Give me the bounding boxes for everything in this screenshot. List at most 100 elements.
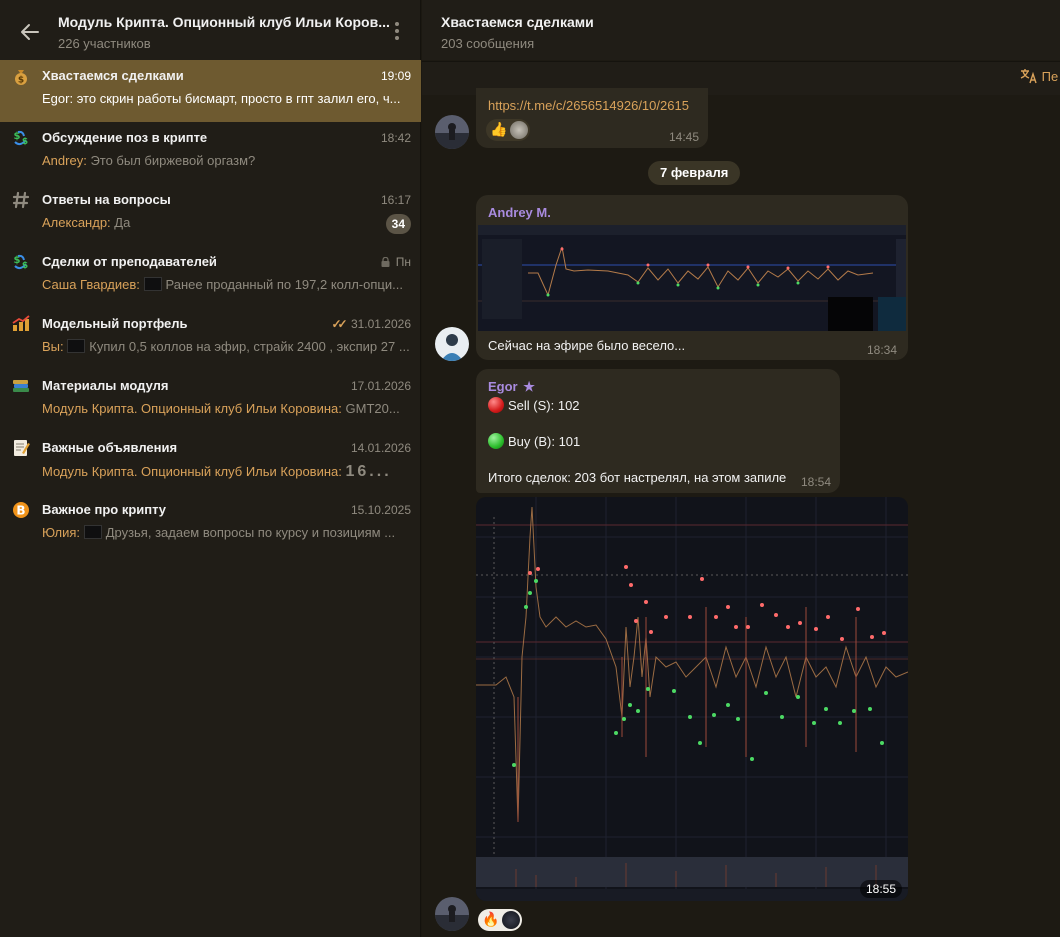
group-header: Модуль Крипта. Опционный клуб Ильи Коров… — [0, 0, 421, 60]
topic-time: 15.10.2025 — [350, 503, 411, 517]
topic-time: 19:09 — [380, 69, 411, 83]
topic-preview: Юлия: Друзья, задаем вопросы по курсу и … — [42, 525, 411, 540]
topic-title: Материалы модуля — [42, 378, 169, 393]
topic-time: 16:17 — [380, 193, 411, 207]
date-separator: 7 февраля — [648, 161, 741, 185]
preview-text: Ранее проданный по 197,2 колл-опци... — [165, 277, 403, 292]
preview-text: Да — [114, 215, 131, 230]
translate-label: Пе — [1041, 69, 1059, 84]
topic-item-crypto-important[interactable]: B Важное про крипту 15.10.2025 Юлия: Дру… — [0, 494, 421, 556]
topic-item-boast-deals[interactable]: $ Хвастаемся сделками 19:09 Egor: это ск… — [0, 60, 421, 122]
message-bubble[interactable]: Egor ★ Sell (S): 102 Buy (B): 101 Итого … — [476, 369, 840, 493]
sell-line: Sell (S): 102 — [488, 397, 580, 413]
svg-text:$: $ — [22, 261, 28, 271]
group-title[interactable]: Модуль Крипта. Опционный клуб Ильи Коров… — [58, 14, 390, 30]
unread-badge: 34 — [385, 214, 411, 234]
preview-sender: Andrey: — [42, 153, 87, 168]
message-bubble[interactable]: Andrey M. Сейчас на эфире было весело...… — [476, 195, 908, 360]
topic-preview: Александр: Да — [42, 215, 372, 230]
preview-thumbnail — [143, 277, 162, 291]
avatar[interactable] — [435, 115, 469, 149]
total-text: Итого сделок: 203 бот настрелял, на этом… — [488, 470, 787, 485]
message-count: 203 сообщения — [441, 36, 535, 51]
topic-item-answers[interactable]: Ответы на вопросы 16:17 Александр: Да 34 — [0, 184, 421, 246]
sender-name[interactable]: Andrey M. — [488, 205, 551, 220]
double-check-icon: ✓✓ — [331, 317, 347, 331]
topic-title: Модельный портфель — [42, 316, 188, 331]
topic-item-module-materials[interactable]: Материалы модуля 17.01.2026 Модуль Крипт… — [0, 370, 421, 432]
topic-title: Важное про крипту — [42, 502, 167, 517]
translate-button[interactable]: Пе — [1020, 68, 1058, 84]
preview-sender: Саша Гвардиев: — [42, 277, 140, 292]
topic-preview: Модуль Крипта. Опционный клуб Ильи Коров… — [42, 401, 411, 416]
sell-text: Sell (S): 102 — [508, 398, 580, 413]
preview-sender: Юлия: — [42, 525, 81, 540]
topic-item-announcements[interactable]: Важные объявления 14.01.2026 Модуль Крип… — [0, 432, 421, 494]
avatar[interactable] — [435, 897, 469, 931]
member-count: 226 участников — [58, 36, 151, 51]
chat-panel: Хвастаемся сделками 203 сообщения Пе htt… — [422, 0, 1060, 937]
chart-image[interactable]: 18:55 — [476, 497, 908, 901]
topic-preview: Вы: Купил 0,5 коллов на эфир, страйк 240… — [42, 339, 411, 354]
bitcoin-icon: B — [11, 500, 31, 520]
hash-icon — [11, 190, 31, 210]
preview-text: это скрин работы бисмарт, просто в гпт з… — [76, 91, 401, 106]
message-bubble[interactable]: https://t.me/c/2656514926/10/2615 👍 14:4… — [476, 88, 708, 148]
topic-preview: Andrey: Это был биржевой оргазм? — [42, 153, 411, 168]
preview-text: GMT20... — [345, 401, 400, 416]
red-circle-icon — [488, 397, 504, 413]
green-circle-icon — [488, 433, 504, 449]
message-time: 18:34 — [867, 343, 898, 357]
topic-item-teacher-deals[interactable]: $ $ Сделки от преподавателей Пн Саша Гвар… — [0, 246, 421, 308]
preview-text: Купил 0,5 коллов на эфир, страйк 2400 , … — [89, 339, 410, 354]
message-time: 18:54 — [801, 475, 832, 489]
preview-text: 16... — [345, 463, 392, 480]
topic-preview: Egor: это скрин работы бисмарт, просто в… — [42, 91, 411, 106]
topic-time-text: Пн — [395, 255, 411, 269]
svg-text:$: $ — [18, 76, 24, 86]
preview-sender: Александр: — [42, 215, 111, 230]
star-icon: ★ — [523, 379, 535, 394]
preview-sender: Вы: — [42, 339, 64, 354]
topic-time: 17.01.2026 — [350, 379, 411, 393]
sender-name[interactable]: Egor ★ — [488, 379, 535, 395]
svg-text:B: B — [16, 504, 25, 518]
topic-title: Ответы на вопросы — [42, 192, 171, 207]
topic-time: Пн — [381, 255, 411, 269]
currency-exchange-icon: $ $ — [11, 252, 31, 272]
preview-text: Друзья, задаем вопросы по курсу и позици… — [105, 525, 396, 540]
translate-icon — [1020, 69, 1037, 84]
reactor-avatar — [510, 121, 528, 139]
preview-thumbnail — [67, 339, 86, 353]
topic-time: 18:42 — [380, 131, 411, 145]
lock-icon — [381, 257, 390, 267]
message-time: 14:45 — [669, 130, 700, 144]
message-link[interactable]: https://t.me/c/2656514926/10/2615 — [488, 98, 689, 113]
back-arrow-icon[interactable] — [18, 20, 42, 44]
topic-title: Хвастаемся сделками — [42, 68, 184, 83]
more-menu-icon[interactable] — [390, 22, 404, 44]
sender-name-text: Egor — [488, 379, 518, 394]
reaction-chip[interactable]: 🔥 — [478, 909, 522, 931]
topic-item-model-portfolio[interactable]: Модельный портфель ✓✓ 31.01.2026 Вы: Куп… — [0, 308, 421, 370]
topic-title: Важные объявления — [42, 440, 178, 455]
thumbs-up-icon: 👍 — [490, 121, 508, 137]
reaction-chip[interactable]: 👍 — [486, 119, 530, 141]
topic-title: Сделки от преподавателей — [42, 254, 217, 269]
preview-text: Это был биржевой оргазм? — [90, 153, 256, 168]
chart-screenshot[interactable] — [478, 225, 906, 331]
chat-header[interactable]: Хвастаемся сделками 203 сообщения — [422, 0, 1060, 60]
buy-line: Buy (B): 101 — [488, 433, 580, 449]
message-time: 18:55 — [860, 880, 903, 898]
avatar[interactable] — [435, 327, 469, 361]
topic-time: ✓✓ 31.01.2026 — [331, 317, 411, 331]
reactor-avatar — [502, 911, 520, 929]
buy-text: Buy (B): 101 — [508, 434, 581, 449]
topic-time: 14.01.2026 — [350, 441, 411, 455]
topic-time-text: 31.01.2026 — [350, 317, 411, 331]
preview-sender: Egor: — [42, 91, 74, 106]
message-text: Сейчас на эфире было весело... — [488, 338, 686, 353]
topic-item-crypto-positions[interactable]: $ $ Обсуждение поз в крипте 18:42 Andrey:… — [0, 122, 421, 184]
memo-icon — [11, 438, 31, 458]
chart-up-icon — [11, 314, 31, 334]
